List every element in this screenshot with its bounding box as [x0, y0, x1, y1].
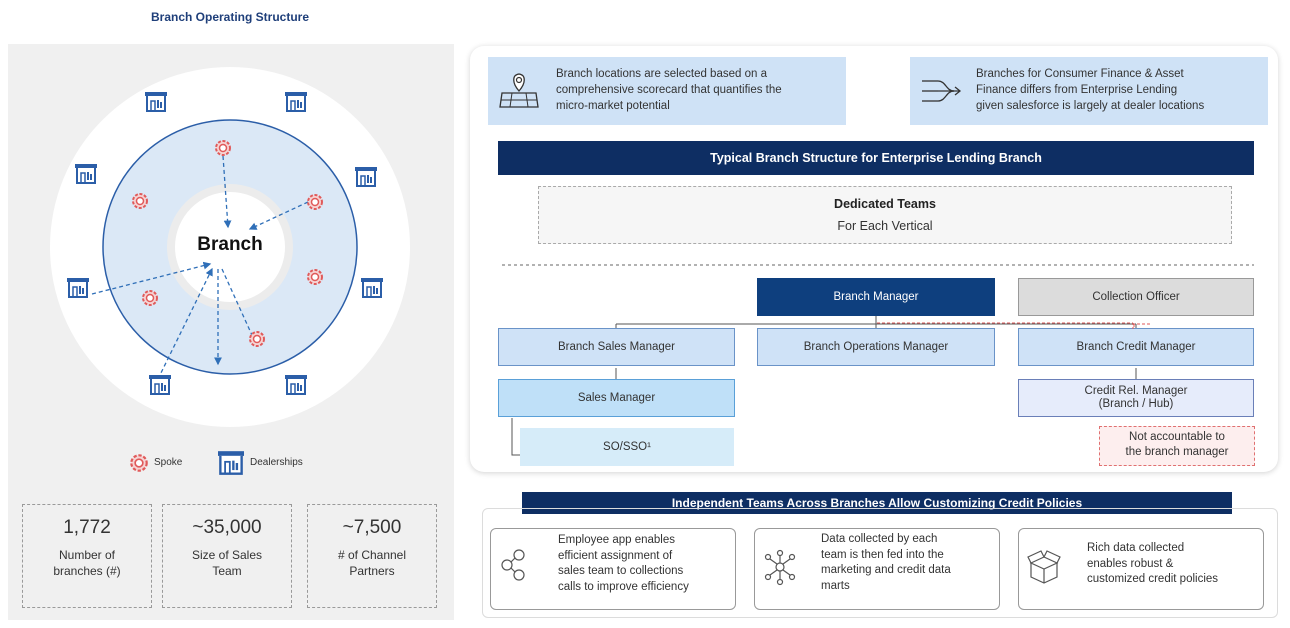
dealership-icon — [216, 450, 246, 475]
dedicated-teams-title: Dedicated Teams — [834, 197, 936, 211]
branch-operations-manager-box: Branch Operations Manager — [757, 328, 995, 366]
spoke-icon — [132, 193, 148, 209]
left-section-title: Branch Operating Structure — [150, 10, 310, 24]
dealer-locations-info-box: Branches for Consumer Finance & Asset Fin… — [910, 57, 1268, 125]
stat-value: ~7,500 — [342, 517, 402, 538]
scorecard-info-text: Branch locations are selected based on a… — [556, 68, 782, 112]
stat-label: # of Channel Partners — [337, 548, 407, 578]
stat-sales-team: ~35,000 Size of Sales Team — [162, 504, 292, 608]
not-accountable-connector — [877, 322, 1134, 329]
dealership-icon — [284, 91, 308, 112]
stat-value: 1,772 — [63, 517, 111, 538]
dealership-icon — [354, 166, 378, 187]
spoke-icon — [142, 290, 158, 306]
legend-dealerships-label: Dealerships — [250, 457, 303, 468]
boxes-icon — [1027, 550, 1061, 584]
dealership-icon — [360, 277, 384, 298]
spoke-icon — [249, 331, 265, 347]
dealership-icon — [74, 163, 98, 184]
so-sso-box: SO/SSO¹ — [520, 428, 734, 466]
dedicated-teams-subtitle: For Each Vertical — [837, 219, 933, 233]
feature-data-collection: Data collected by each team is then fed i… — [754, 528, 1000, 610]
dealer-locations-info-text: Branches for Consumer Finance & Asset Fin… — [976, 68, 1205, 112]
branch-center-label: Branch — [197, 234, 263, 255]
feature-text: Employee app enables efficient assignment… — [558, 534, 689, 593]
spoke-icon — [215, 140, 231, 156]
data-flow-icon — [764, 549, 796, 586]
branch-credit-manager-box: Branch Credit Manager — [1018, 328, 1254, 366]
credit-rel-manager-box: Credit Rel. Manager (Branch / Hub) — [1018, 379, 1254, 417]
collection-officer-box: Collection Officer — [1018, 278, 1254, 316]
dealership-icon — [148, 374, 172, 395]
stat-label: Size of Sales Team — [191, 548, 263, 578]
dealership-icon — [144, 91, 168, 112]
branch-structure-panel: Branch Spoke Dealerships 1,772 Number of… — [8, 44, 454, 620]
spoke-icon — [307, 194, 323, 210]
not-accountable-note: Not accountable to the branch manager — [1099, 426, 1255, 466]
stat-value: ~35,000 — [192, 517, 262, 538]
dedicated-teams-box: Dedicated Teams For Each Vertical — [538, 186, 1232, 244]
map-pin-icon — [499, 73, 539, 108]
stat-label: Number of branches (#) — [53, 548, 121, 578]
branch-manager-box: Branch Manager — [757, 278, 995, 316]
legend-spoke-label: Spoke — [154, 457, 183, 468]
dealership-icon — [66, 277, 90, 298]
branch-sales-manager-box: Branch Sales Manager — [498, 328, 735, 366]
feature-text: Data collected by each team is then fed i… — [821, 533, 951, 592]
structure-title-bar: Typical Branch Structure for Enterprise … — [498, 141, 1254, 175]
stat-channel-partners: ~7,500 # of Channel Partners — [307, 504, 437, 608]
stat-branches: 1,772 Number of branches (#) — [22, 504, 152, 608]
spoke-icon — [130, 454, 148, 472]
dealership-icon — [284, 374, 308, 395]
feature-text: Rich data collected enables robust & custo… — [1087, 542, 1219, 585]
feature-employee-app: Employee app enables efficient assignment… — [490, 528, 736, 610]
sales-manager-box: Sales Manager — [498, 379, 735, 417]
people-network-icon — [501, 549, 525, 581]
spoke-icon — [307, 269, 323, 285]
split-arrows-icon — [922, 80, 962, 102]
feature-rich-data: Rich data collected enables robust & custo… — [1018, 528, 1264, 610]
scorecard-info-box: Branch locations are selected based on a… — [488, 57, 846, 125]
